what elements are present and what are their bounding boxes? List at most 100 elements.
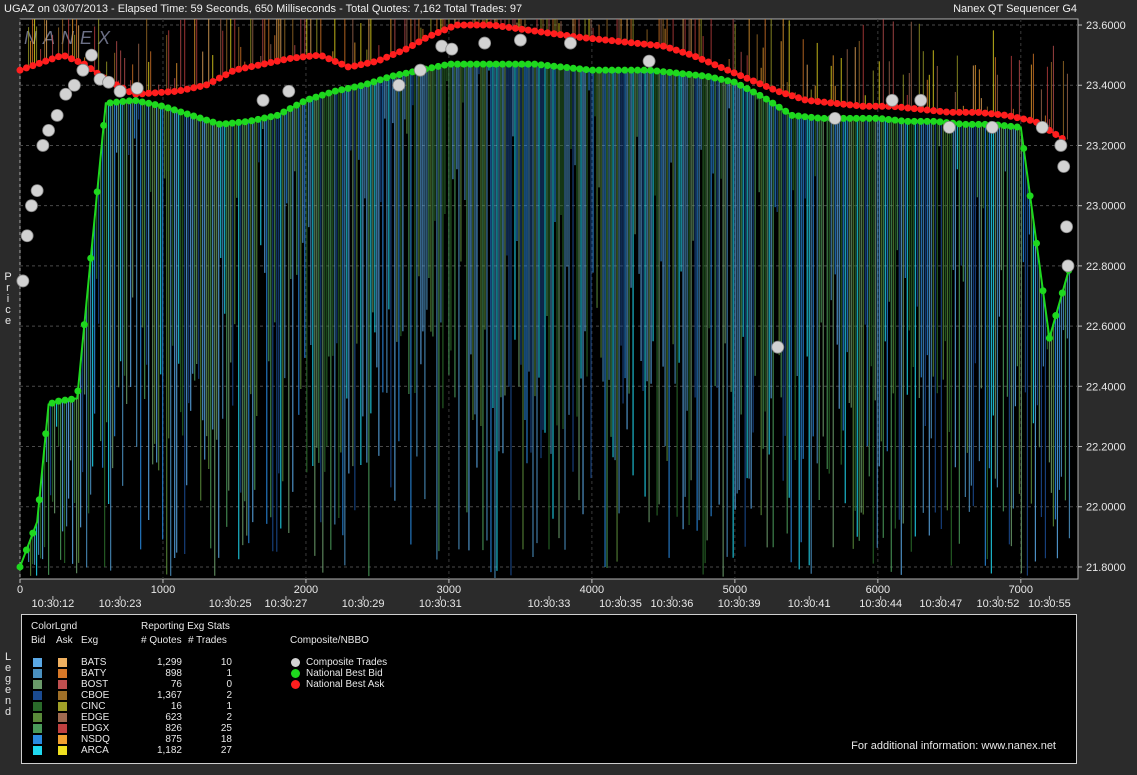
best-bid-point	[511, 60, 519, 68]
best-ask-point	[544, 29, 552, 37]
best-ask-point	[685, 50, 693, 58]
best-ask-point	[550, 30, 558, 38]
x-tick-label: 6000	[866, 584, 890, 596]
trade-count: 18	[220, 734, 232, 745]
trade-point	[113, 84, 127, 98]
bid-swatch	[33, 658, 42, 667]
ask-swatch	[58, 680, 67, 689]
best-ask-point	[852, 102, 860, 110]
best-ask-point	[788, 92, 796, 100]
best-bid-point	[1007, 122, 1015, 130]
y-tick-label: 23.0000	[1086, 201, 1126, 213]
trade-point	[1057, 160, 1071, 173]
best-ask-point	[537, 28, 545, 36]
x-tick-label: 1000	[151, 584, 175, 596]
best-bid-point	[280, 108, 288, 116]
best-ask-point	[280, 56, 288, 64]
time-tick-label: 10:30:39	[718, 598, 761, 610]
ask-swatch	[58, 658, 67, 667]
best-bid-point	[872, 114, 880, 122]
best-bid-point	[80, 321, 88, 329]
best-ask-point	[203, 81, 211, 89]
quote-count: 1,182	[156, 745, 182, 756]
quotes-column-header: # Quotes	[141, 635, 182, 646]
best-bid-point	[775, 103, 783, 111]
best-ask-point	[74, 57, 82, 65]
best-ask-point	[846, 101, 854, 109]
best-bid-point	[389, 72, 397, 80]
best-bid-point	[711, 74, 719, 82]
best-bid-point	[582, 66, 590, 74]
trade-point	[514, 33, 527, 47]
best-ask-point	[614, 37, 622, 45]
best-bid-point	[878, 115, 886, 123]
composite-label: National Best Ask	[306, 679, 385, 690]
best-ask-point	[222, 71, 230, 79]
best-bid-point	[647, 66, 655, 74]
quote-count: 16	[170, 701, 182, 712]
time-axis-labels: 10:30:12 10:30:23 10:30:25 10:30:27 10:30:29…	[31, 596, 1071, 610]
x-tick-label: 3000	[437, 584, 461, 596]
best-ask-point	[164, 88, 172, 96]
y-tick-label: 22.2000	[1086, 442, 1126, 454]
best-bid-point	[730, 78, 738, 86]
best-ask-point	[698, 55, 706, 63]
best-bid-point	[717, 75, 725, 83]
best-bid-point	[634, 66, 642, 74]
time-tick-label: 10:30:29	[342, 598, 385, 610]
best-ask-point	[975, 108, 983, 116]
ask-swatch	[58, 735, 67, 744]
best-bid-point	[113, 98, 121, 106]
trade-point	[50, 108, 64, 122]
best-bid-point	[248, 117, 256, 125]
best-ask-point	[260, 60, 268, 68]
trade-count: 1	[226, 668, 232, 679]
best-ask-point	[209, 77, 217, 85]
best-bid-point	[794, 112, 802, 120]
best-ask-point	[531, 27, 539, 35]
y-tick-label: 23.4000	[1086, 80, 1126, 92]
best-ask-point	[16, 66, 24, 74]
best-bid-point	[344, 84, 352, 92]
exchange-name: BATY	[81, 668, 107, 679]
y-tick-label: 22.6000	[1086, 321, 1126, 333]
best-ask-point	[383, 53, 391, 61]
best-bid-point	[286, 105, 294, 113]
best-ask-point	[331, 57, 339, 65]
trade-point	[392, 78, 406, 92]
best-bid-point	[653, 67, 661, 75]
best-bid-point	[29, 529, 37, 537]
watermark: NANEX	[24, 28, 116, 48]
best-ask-point	[254, 61, 262, 69]
trade-point	[36, 139, 50, 152]
trade-count: 2	[226, 690, 232, 701]
best-ask-point	[473, 21, 481, 29]
best-bid-point	[119, 97, 127, 105]
best-bid-point	[306, 95, 314, 103]
best-ask-point	[241, 64, 249, 72]
best-ask-point	[215, 74, 223, 82]
best-bid-point	[692, 71, 700, 79]
quote-count: 1,367	[156, 690, 182, 701]
trade-point	[130, 81, 144, 95]
best-bid-point	[923, 117, 931, 125]
trade-point	[85, 48, 98, 62]
best-bid-point	[228, 119, 236, 127]
time-tick-label: 10:30:31	[419, 598, 462, 610]
best-bid-point	[100, 121, 108, 129]
footer-link[interactable]: For additional information: www.nanex.ne…	[851, 740, 1056, 752]
best-ask-point	[389, 51, 397, 59]
time-tick-label: 10:30:36	[651, 598, 694, 610]
best-ask-point	[273, 57, 281, 65]
best-bid-point	[473, 60, 481, 68]
best-ask-point	[248, 63, 256, 71]
trade-point	[59, 87, 73, 101]
time-tick-label: 10:30:44	[859, 598, 902, 610]
best-bid-point	[132, 97, 140, 105]
best-bid-point	[524, 60, 532, 68]
quote-count: 623	[165, 712, 182, 723]
best-bid-point	[486, 60, 494, 68]
best-bid-point	[22, 546, 30, 554]
best-ask-point	[190, 84, 198, 92]
best-ask-point	[556, 31, 564, 39]
